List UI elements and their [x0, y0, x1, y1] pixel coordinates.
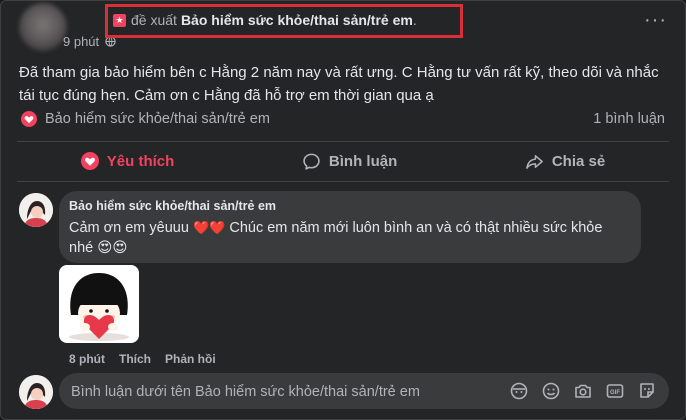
commenter-avatar[interactable]: [19, 193, 53, 227]
divider: [17, 181, 669, 182]
comment-time[interactable]: 8 phút: [69, 352, 105, 366]
composer-avatar[interactable]: [19, 375, 53, 409]
comment-button[interactable]: Bình luận: [302, 152, 397, 171]
recommend-star-icon: ★: [113, 13, 126, 27]
post-time[interactable]: 9 phút: [63, 34, 99, 49]
comment-text-part1: Cảm ơn em yêuuu: [69, 220, 193, 236]
camera-icon[interactable]: [573, 381, 593, 401]
heart-icon: [21, 111, 37, 127]
avatar-image: [19, 193, 53, 227]
comment-button-label: Bình luận: [328, 152, 398, 170]
more-icon[interactable]: ···: [644, 9, 667, 32]
post-body-text: Đã tham gia bảo hiểm bên c Hằng 2 năm na…: [19, 64, 659, 104]
recommendation-summary[interactable]: Bảo hiểm sức khỏe/thai sản/trẻ em: [21, 111, 270, 127]
page-name-link[interactable]: Bảo hiểm sức khỏe/thai sản/trẻ em: [181, 12, 413, 28]
comment-text: Cảm ơn em yêuuu ❤️❤️ Chúc em năm mới luô…: [69, 218, 629, 258]
sticker-image[interactable]: [59, 265, 139, 343]
like-button[interactable]: Yêu thích: [80, 152, 175, 170]
comment-meta: 8 phút Thích Phản hồi: [69, 352, 216, 366]
svg-text:GIF: GIF: [610, 390, 620, 396]
recommendation-summary-label: Bảo hiểm sức khỏe/thai sản/trẻ em: [45, 111, 270, 127]
post-card: 9 phút ★ đề xuất Bảo hiểm sức khỏe/thai …: [0, 0, 686, 420]
comment-reply-button[interactable]: Phản hồi: [165, 352, 216, 366]
sticker-girl-heart-icon: [59, 265, 139, 343]
comment-count[interactable]: 1 bình luận: [593, 111, 665, 127]
comment-author[interactable]: Bảo hiểm sức khỏe/thai sản/trẻ em: [69, 199, 276, 213]
like-button-label: Yêu thích: [106, 152, 175, 170]
poster-avatar[interactable]: [19, 3, 67, 51]
recommend-period: .: [412, 12, 417, 28]
heart-eyes-emoji-icon: 😍😍: [97, 240, 128, 256]
avatar-sticker-icon[interactable]: [509, 381, 529, 401]
comment-bubble: Bảo hiểm sức khỏe/thai sản/trẻ em Cảm ơn…: [59, 191, 641, 263]
share-button-label: Chia sẻ: [551, 152, 606, 170]
avatar-image: [19, 375, 53, 409]
emoji-icon[interactable]: [541, 381, 561, 401]
comment-composer: GIF: [59, 373, 669, 409]
comment-icon: [303, 153, 320, 170]
comment-input[interactable]: [69, 381, 513, 403]
share-icon: [525, 154, 543, 169]
comment-like-button[interactable]: Thích: [119, 352, 151, 366]
gif-icon[interactable]: GIF: [605, 381, 625, 401]
heart-emoji-icon: ❤️❤️: [192, 220, 226, 235]
share-button[interactable]: Chia sẻ: [525, 152, 605, 171]
action-bar: Yêu thích Bình luận Chia sẻ: [17, 143, 669, 179]
divider: [17, 141, 669, 142]
recommend-prefix: đề xuất: [131, 12, 177, 28]
heart-icon: [80, 152, 99, 170]
recommendation-header: ★ đề xuất Bảo hiểm sức khỏe/thai sản/trẻ…: [113, 12, 417, 28]
composer-icons: GIF: [509, 381, 657, 401]
sticker-icon[interactable]: [637, 381, 657, 401]
